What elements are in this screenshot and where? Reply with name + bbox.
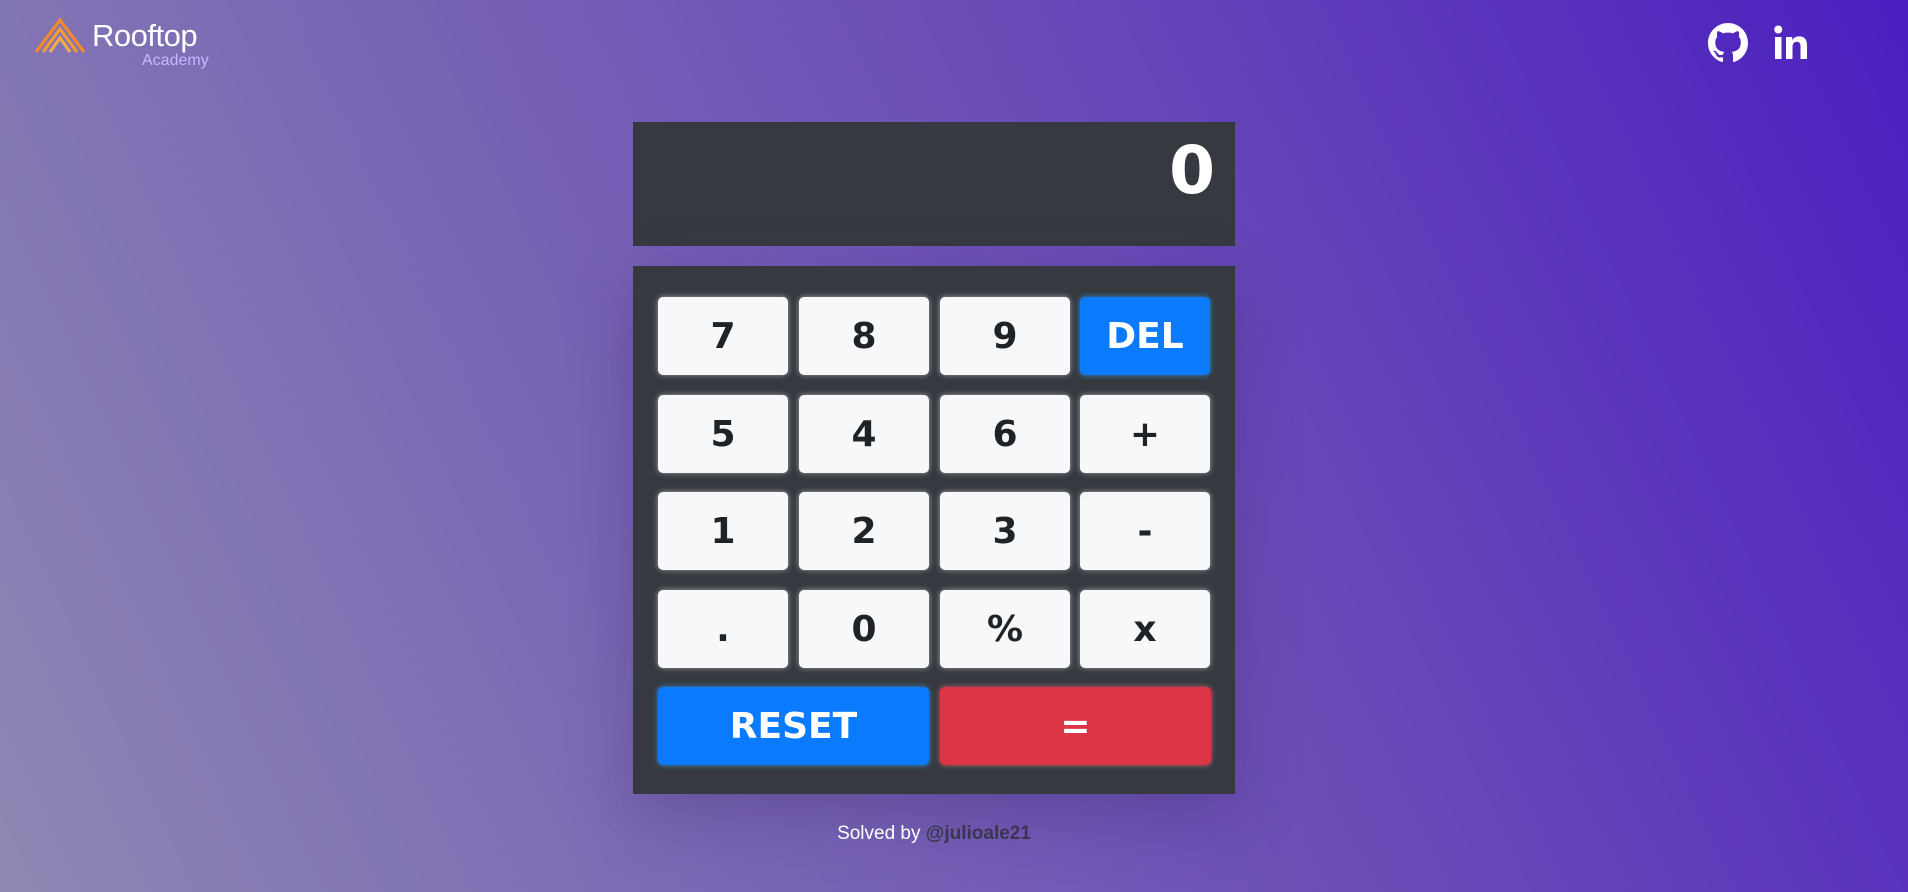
key-7[interactable]: 7 <box>658 297 788 375</box>
author-handle-link[interactable]: @julioale21 <box>926 823 1031 844</box>
social-links <box>1708 22 1812 64</box>
calculator-keypad: 7 8 9 DEL 5 4 6 + 1 2 3 - . 0 % x RESET … <box>633 266 1235 794</box>
delete-button[interactable]: DEL <box>1080 297 1210 375</box>
equals-button[interactable]: = <box>940 687 1211 765</box>
rooftop-logo-icon <box>34 17 86 53</box>
key-1[interactable]: 1 <box>658 492 788 570</box>
key-4[interactable]: 4 <box>799 395 929 473</box>
brand-subtitle: Academy <box>142 52 209 69</box>
key-5[interactable]: 5 <box>658 395 788 473</box>
key-2[interactable]: 2 <box>799 492 929 570</box>
key-6[interactable]: 6 <box>940 395 1070 473</box>
linkedin-icon <box>1774 25 1807 59</box>
footer-credit: Solved by @julioale21 <box>0 823 1868 845</box>
key-plus[interactable]: + <box>1080 395 1210 473</box>
key-3[interactable]: 3 <box>940 492 1070 570</box>
brand-name: Rooftop <box>92 18 198 53</box>
brand-logo[interactable]: Rooftop Academy <box>34 16 224 72</box>
display-value: 0 <box>1169 132 1215 209</box>
linkedin-link[interactable] <box>1772 22 1812 64</box>
key-decimal[interactable]: . <box>658 590 788 668</box>
reset-button[interactable]: RESET <box>658 687 929 765</box>
github-icon <box>1708 23 1748 63</box>
key-9[interactable]: 9 <box>940 297 1070 375</box>
github-link[interactable] <box>1708 22 1748 64</box>
key-minus[interactable]: - <box>1080 492 1210 570</box>
key-8[interactable]: 8 <box>799 297 929 375</box>
key-0[interactable]: 0 <box>799 590 929 668</box>
calculator-display: 0 <box>633 122 1235 246</box>
key-percent[interactable]: % <box>940 590 1070 668</box>
footer-prefix: Solved by <box>837 823 926 844</box>
key-multiply[interactable]: x <box>1080 590 1210 668</box>
